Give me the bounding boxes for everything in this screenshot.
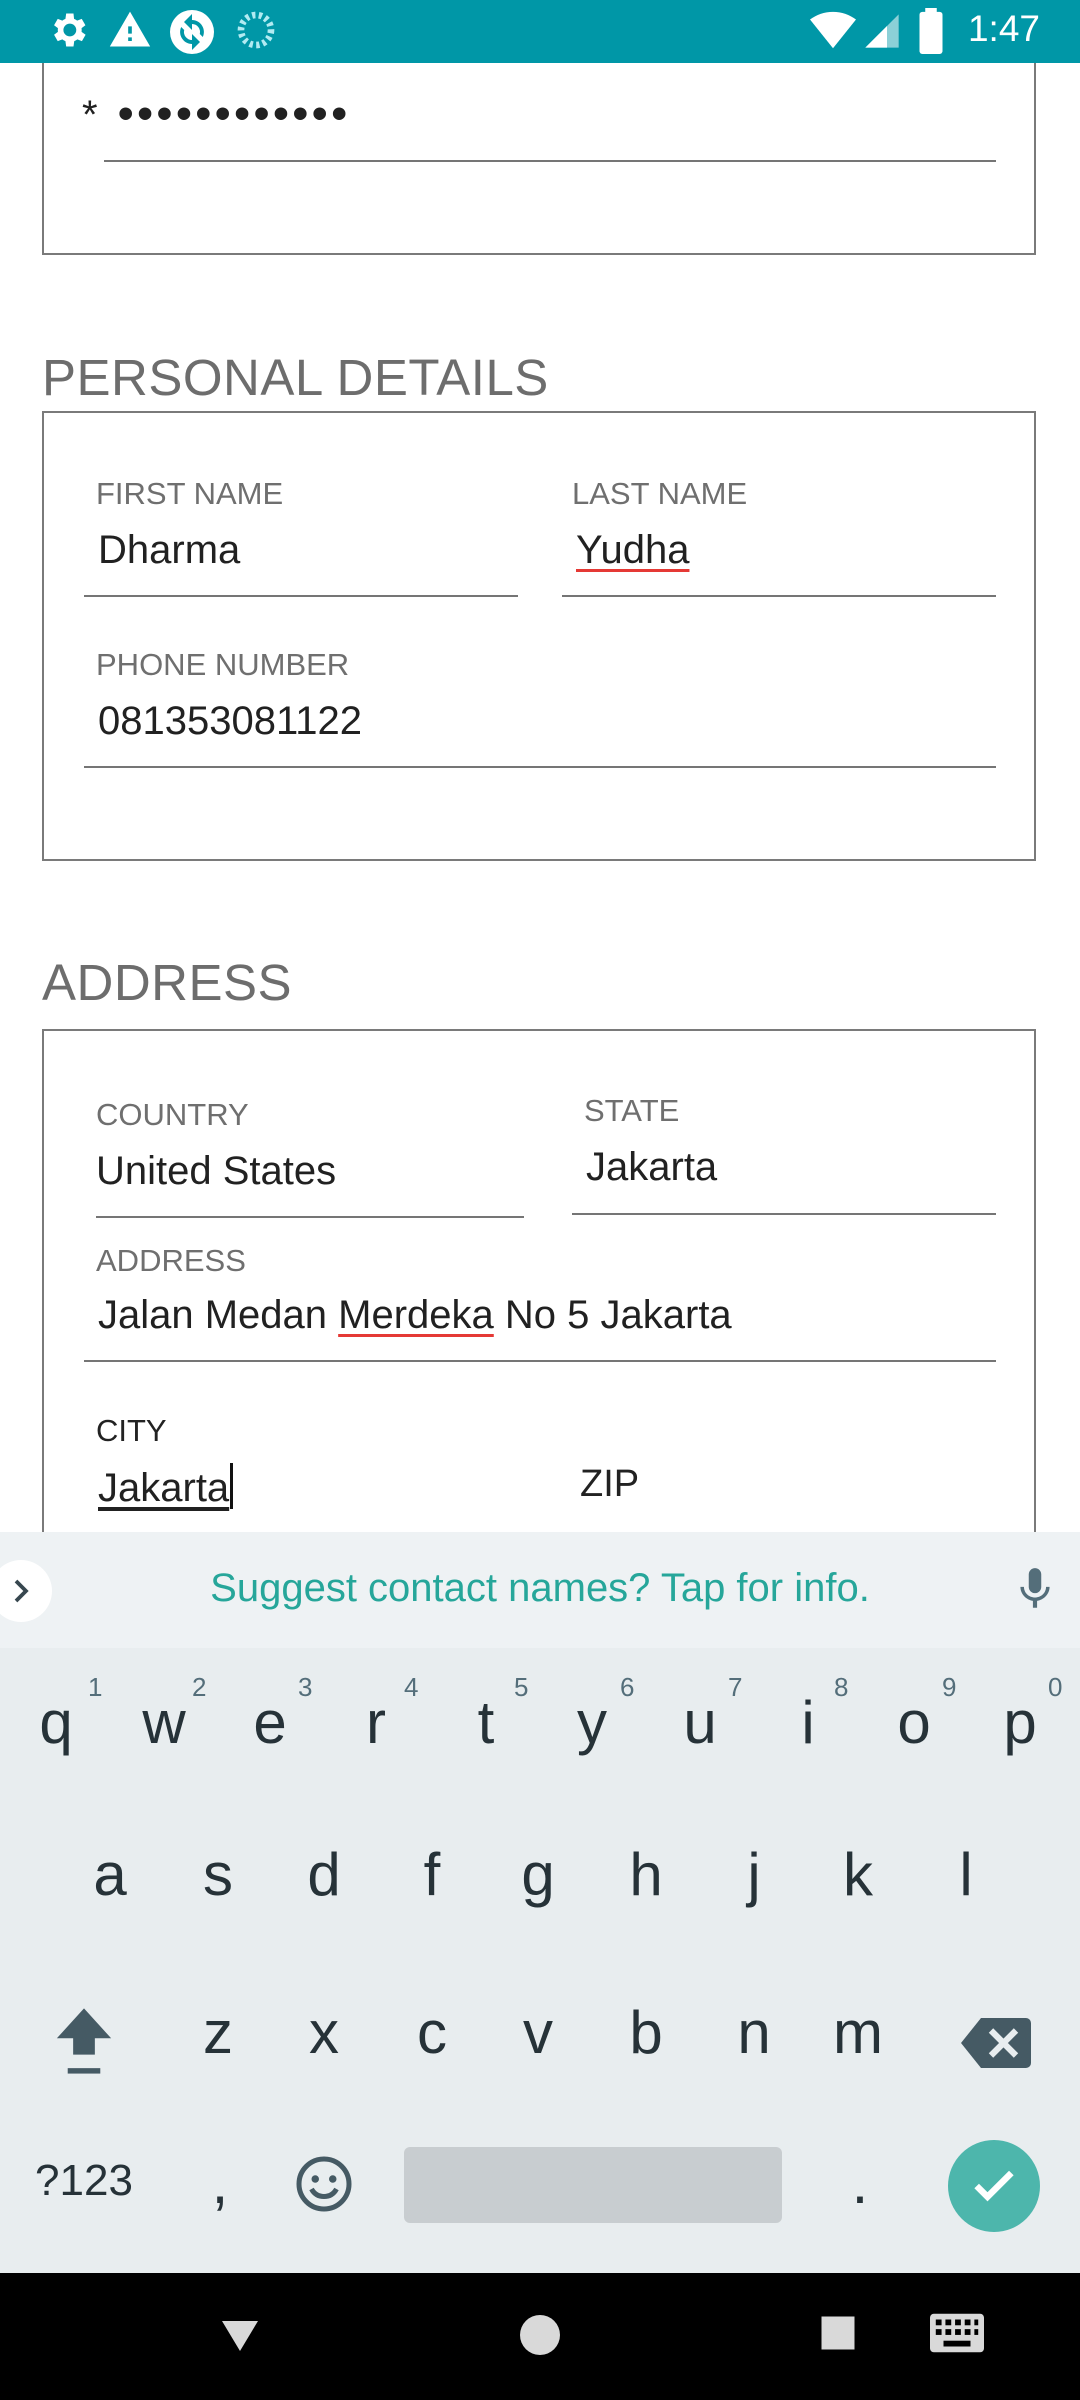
key-m[interactable]: m [808, 1998, 908, 2067]
period-key[interactable]: . [810, 2148, 910, 2217]
microphone-icon[interactable] [1010, 1562, 1060, 1621]
address-text-end: No 5 Jakarta [493, 1293, 732, 1337]
address-underline [84, 1360, 996, 1362]
country-underline [96, 1216, 524, 1218]
status-bar: 1:47 [0, 0, 1080, 63]
emoji-icon [296, 2156, 352, 2212]
home-icon[interactable] [516, 2311, 564, 2364]
address-title: ADDRESS [42, 954, 293, 1011]
wifi-icon [808, 8, 858, 59]
comma-key[interactable]: , [170, 2148, 270, 2217]
phone-number-underline [84, 766, 996, 768]
key-k[interactable]: k [808, 1840, 908, 1909]
state-underline [572, 1213, 996, 1215]
address-input[interactable]: Jalan Medan Merdeka No 5 Jakarta [98, 1293, 732, 1338]
address-text-start: Jalan Medan [98, 1293, 339, 1337]
key-b[interactable]: b [596, 1998, 696, 2067]
loading-icon [236, 8, 276, 57]
last-name-input[interactable]: Yudha [576, 528, 689, 573]
signal-icon [862, 8, 902, 59]
phone-number-input[interactable]: 081353081122 [98, 699, 362, 744]
state-input[interactable]: Jakarta [586, 1145, 717, 1190]
city-value: Jakarta [98, 1466, 230, 1510]
last-name-label: LAST NAME [572, 476, 748, 511]
key-v[interactable]: v [488, 1998, 588, 2067]
sync-icon [168, 8, 216, 61]
checkmark-icon [974, 2170, 1014, 2202]
key-hint-3: 3 [298, 1672, 313, 1702]
key-h[interactable]: h [596, 1840, 696, 1909]
key-hint-6: 6 [620, 1672, 635, 1702]
warning-icon [108, 8, 152, 57]
city-label: CITY [96, 1413, 167, 1448]
suggest-contacts-prompt[interactable]: Suggest contact names? Tap for info. [0, 1566, 1080, 1611]
battery-icon [916, 8, 946, 59]
key-hint-0: 0 [1048, 1672, 1063, 1702]
key-hint-8: 8 [834, 1672, 849, 1702]
shift-icon [56, 2008, 112, 2074]
city-input[interactable]: Jakarta [98, 1463, 234, 1511]
done-button[interactable] [948, 2140, 1040, 2232]
first-name-label: FIRST NAME [96, 476, 284, 511]
key-s[interactable]: s [168, 1840, 268, 1909]
text-cursor [230, 1463, 234, 1509]
key-hint-2: 2 [192, 1672, 207, 1702]
key-hint-9: 9 [942, 1672, 957, 1702]
backspace-icon [961, 2018, 1031, 2068]
suggestion-bar: Suggest contact names? Tap for info. [0, 1532, 1080, 1648]
key-hint-7: 7 [728, 1672, 743, 1702]
navigation-bar [0, 2273, 1080, 2400]
soft-keyboard: q w e r t y u i o p 1 2 3 4 5 6 7 8 9 0 … [0, 1648, 1080, 2273]
password-input[interactable]: •••••••••••• [118, 89, 351, 139]
emoji-key[interactable] [274, 2154, 374, 2228]
key-x[interactable]: x [274, 1998, 374, 2067]
key-g[interactable]: g [488, 1840, 588, 1909]
recents-icon[interactable] [816, 2311, 860, 2360]
key-l[interactable]: l [916, 1840, 1016, 1909]
key-hint-1: 1 [88, 1672, 103, 1702]
key-c[interactable]: c [382, 1998, 482, 2067]
first-name-underline [84, 595, 518, 597]
key-n[interactable]: n [704, 1998, 804, 2067]
state-label: STATE [584, 1093, 680, 1128]
key-f[interactable]: f [382, 1840, 482, 1909]
key-a[interactable]: a [60, 1840, 160, 1909]
symbols-key[interactable]: ?123 [24, 2156, 144, 2206]
required-asterisk: * [82, 93, 98, 137]
address-label: ADDRESS [96, 1243, 246, 1278]
personal-details-title: PERSONAL DETAILS [42, 349, 549, 406]
zip-label[interactable]: ZIP [580, 1463, 639, 1506]
key-d[interactable]: d [274, 1840, 374, 1909]
key-hint-5: 5 [514, 1672, 529, 1702]
backspace-key[interactable] [946, 2013, 1046, 2082]
key-j[interactable]: j [704, 1840, 804, 1909]
phone-number-label: PHONE NUMBER [96, 647, 350, 682]
keyboard-switch-icon[interactable] [930, 2311, 984, 2360]
form-scroll-area[interactable]: * •••••••••••• PERSONAL DETAILS FIRST NA… [0, 63, 1080, 1532]
key-hint-4: 4 [404, 1672, 419, 1702]
key-z[interactable]: z [168, 1998, 268, 2067]
country-input[interactable]: United States [96, 1149, 336, 1194]
back-icon[interactable] [216, 2311, 264, 2364]
password-underline [104, 160, 996, 162]
gear-icon [46, 8, 90, 57]
last-name-underline [562, 595, 996, 597]
shift-key[interactable] [34, 2003, 134, 2083]
address-misspelled-word: Merdeka [338, 1293, 494, 1337]
country-label: COUNTRY [96, 1097, 249, 1132]
clock: 1:47 [967, 8, 1040, 49]
first-name-input[interactable]: Dharma [98, 528, 240, 573]
spacebar[interactable] [404, 2147, 782, 2223]
